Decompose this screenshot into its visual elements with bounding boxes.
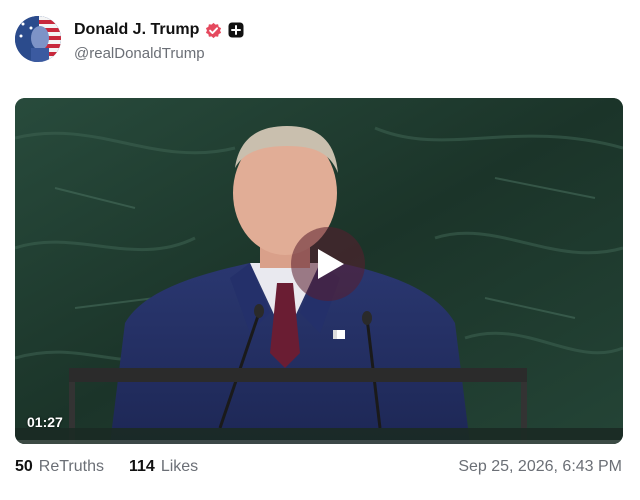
likes-label: Likes [160,458,199,475]
play-button[interactable] [291,227,365,301]
play-icon [316,247,346,281]
video-duration: 01:27 [27,414,63,430]
retruths-stat[interactable]: 50 ReTruths [15,458,104,476]
avatar[interactable] [15,16,61,62]
retruths-count: 50 [15,458,33,475]
user-handle[interactable]: @realDonaldTrump [74,45,205,62]
video-player[interactable]: 01:27 [15,98,623,444]
retruths-label: ReTruths [38,458,104,475]
name-row: Donald J. Trump [74,20,244,40]
video-progress-bar[interactable] [15,440,623,444]
display-name[interactable]: Donald J. Trump [74,21,199,39]
likes-stat[interactable]: 114 Likes [129,458,198,476]
post-footer: 50 ReTruths 114 Likes Sep 25, 2026, 6:43… [15,456,623,478]
likes-count: 114 [129,458,155,475]
flag-portrait-avatar-icon [15,16,61,62]
verified-badge-icon [205,22,222,39]
post-timestamp[interactable]: Sep 25, 2026, 6:43 PM [458,458,622,476]
post-card: Donald J. Trump @realDonaldTrump 01:27 5… [0,0,640,500]
plus-badge-icon [228,22,244,38]
